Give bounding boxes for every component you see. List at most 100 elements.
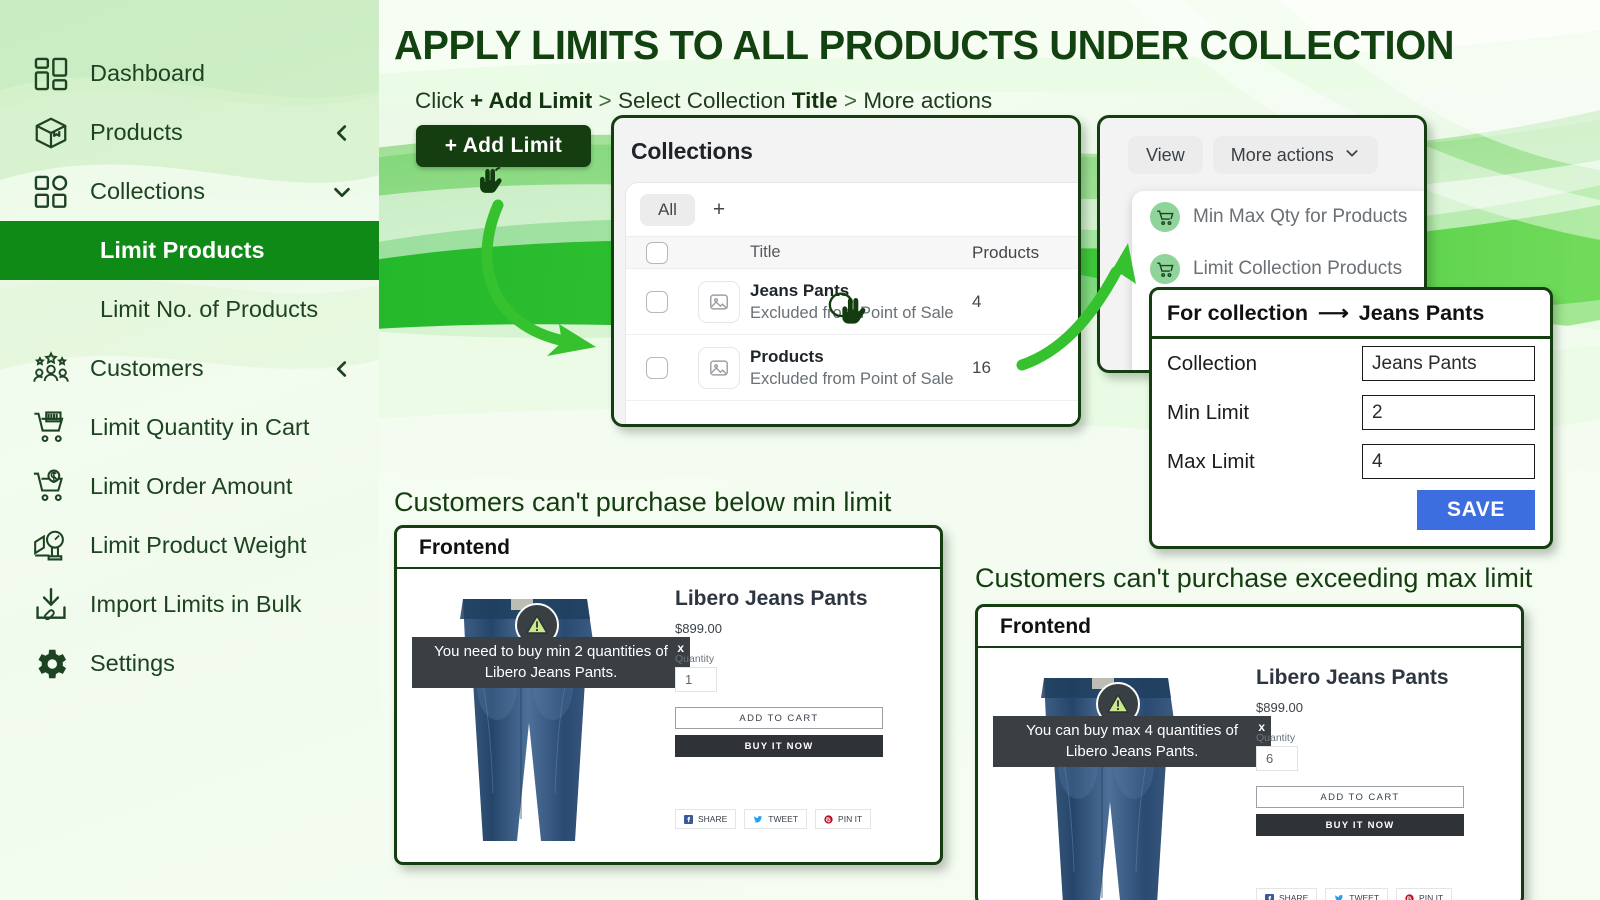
share-twitter-button[interactable]: TWEET bbox=[744, 809, 808, 829]
quantity-input[interactable]: 6 bbox=[1256, 746, 1298, 771]
box-icon bbox=[30, 112, 72, 154]
buy-it-now-button[interactable]: BUY IT NOW bbox=[1256, 814, 1464, 836]
social-share-row: SHARE TWEET PIN IT bbox=[1256, 888, 1453, 900]
social-label: TWEET bbox=[1349, 893, 1380, 900]
sidebar-item-label: Customers bbox=[90, 355, 204, 381]
select-all-checkbox[interactable] bbox=[646, 241, 668, 264]
sidebar-item-limit-no-of-products[interactable]: Limit No. of Products bbox=[0, 280, 379, 339]
row-product-count: 16 bbox=[972, 357, 991, 377]
product-price: $899.00 bbox=[1256, 700, 1303, 715]
more-actions-label: More actions bbox=[1230, 144, 1334, 165]
chevron-none bbox=[331, 594, 353, 616]
customers-stars-icon bbox=[30, 348, 72, 390]
sidebar-item-label: Dashboard bbox=[90, 60, 205, 86]
right-arrow-icon: ⟶ bbox=[1317, 300, 1349, 325]
collections-table-container: All + Title Products Jeans Pants Exclude… bbox=[626, 183, 1078, 424]
max-limit-input[interactable]: 4 bbox=[1362, 444, 1535, 479]
table-row[interactable]: Jeans Pants Excluded from Point of Sale … bbox=[626, 269, 1078, 335]
sidebar-item-label: Products bbox=[90, 119, 183, 145]
menu-item-min-max-qty[interactable]: Min Max Qty for Products bbox=[1132, 191, 1424, 243]
breadcrumb-step-add-limit: + Add Limit bbox=[470, 88, 593, 113]
chevron-down-icon[interactable] bbox=[331, 181, 353, 203]
sidebar-item-collections[interactable]: Collections bbox=[0, 162, 379, 221]
min-limit-input[interactable]: 2 bbox=[1362, 395, 1535, 430]
import-download-icon bbox=[30, 584, 72, 626]
breadcrumb-mid: Select Collection bbox=[617, 88, 792, 113]
warning-triangle-icon bbox=[1107, 694, 1129, 713]
min-limit-tooltip: You need to buy min 2 quantities of Libe… bbox=[412, 637, 690, 688]
dashboard-grid-icon bbox=[30, 53, 72, 95]
form-row-collection: Collection Jeans Pants bbox=[1152, 339, 1550, 388]
view-button[interactable]: View bbox=[1128, 136, 1203, 174]
more-actions-button[interactable]: More actions bbox=[1212, 136, 1378, 174]
cart-dollar-icon bbox=[30, 466, 72, 508]
chevron-left-icon[interactable] bbox=[331, 358, 353, 380]
add-limit-button[interactable]: + Add Limit bbox=[416, 125, 591, 167]
sidebar-item-dashboard[interactable]: Dashboard bbox=[0, 44, 379, 103]
gear-icon bbox=[30, 643, 72, 685]
twitter-icon bbox=[1335, 894, 1344, 900]
sidebar-item-label: Import Limits in Bulk bbox=[90, 591, 302, 617]
frontend-preview-min: Frontend You need to buy min 2 quantitie… bbox=[394, 525, 943, 865]
share-pinterest-button[interactable]: PIN IT bbox=[815, 809, 872, 829]
collection-input[interactable]: Jeans Pants bbox=[1362, 346, 1535, 381]
frontend-body: You can buy max 4 quantities of Libero J… bbox=[978, 648, 1521, 900]
social-label: PIN IT bbox=[1419, 893, 1444, 900]
share-facebook-button[interactable]: SHARE bbox=[675, 809, 737, 829]
cart-icon bbox=[30, 407, 72, 449]
pinterest-icon bbox=[1405, 893, 1414, 900]
add-tab-button[interactable]: + bbox=[701, 198, 737, 222]
tooltip-line-2: Libero Jeans Pants. bbox=[484, 663, 618, 681]
tab-all[interactable]: All bbox=[640, 193, 695, 226]
sidebar-item-label: Limit Product Weight bbox=[90, 532, 307, 558]
share-twitter-button[interactable]: TWEET bbox=[1325, 888, 1389, 900]
sidebar-item-customers[interactable]: Customers bbox=[0, 339, 379, 398]
add-to-cart-button[interactable]: ADD TO CART bbox=[675, 707, 883, 729]
share-facebook-button[interactable]: SHARE bbox=[1256, 888, 1318, 900]
collection-subtitle: Excluded from Point of Sale bbox=[750, 303, 954, 322]
row-checkbox[interactable] bbox=[646, 356, 668, 379]
add-to-cart-button[interactable]: ADD TO CART bbox=[1256, 786, 1464, 808]
row-select-cell[interactable] bbox=[626, 290, 688, 313]
row-select-cell[interactable] bbox=[626, 356, 688, 379]
row-checkbox[interactable] bbox=[646, 290, 668, 313]
breadcrumb-prefix: Click bbox=[415, 88, 470, 113]
warning-triangle-icon bbox=[526, 615, 548, 634]
breadcrumb-step-more-actions: More actions bbox=[863, 88, 993, 113]
chevron-none bbox=[331, 63, 353, 85]
save-button[interactable]: SAVE bbox=[1417, 490, 1535, 530]
column-header-title: Title bbox=[750, 243, 781, 261]
image-placeholder-icon bbox=[698, 346, 740, 389]
sidebar-item-limit-order-amount[interactable]: Limit Order Amount bbox=[0, 457, 379, 516]
sidebar-item-import-limits-in-bulk[interactable]: Import Limits in Bulk bbox=[0, 575, 379, 634]
row-title-cell: Products Excluded from Point of Sale bbox=[750, 347, 972, 389]
sidebar-item-settings[interactable]: Settings bbox=[0, 634, 379, 693]
product-price: $899.00 bbox=[675, 621, 722, 636]
caption-min-limit: Customers can't purchase below min limit bbox=[394, 487, 892, 517]
form-row-min-limit: Min Limit 2 bbox=[1152, 388, 1550, 437]
row-thumb-cell bbox=[688, 346, 750, 389]
max-limit-field-label: Max Limit bbox=[1167, 449, 1255, 473]
buy-it-now-button[interactable]: BUY IT NOW bbox=[675, 735, 883, 757]
table-header-row: Title Products bbox=[626, 236, 1078, 269]
sidebar-item-limit-product-weight[interactable]: Limit Product Weight bbox=[0, 516, 379, 575]
sidebar-item-limit-quantity-in-cart[interactable]: Limit Quantity in Cart bbox=[0, 398, 379, 457]
sidebar-item-limit-products[interactable]: Limit Products bbox=[0, 221, 379, 280]
breadcrumb-separator: > bbox=[592, 88, 618, 113]
sidebar-item-label: Limit Order Amount bbox=[90, 473, 293, 499]
product-name: Libero Jeans Pants bbox=[675, 587, 868, 610]
frontend-body: You need to buy min 2 quantities of Libe… bbox=[397, 569, 940, 862]
table-row[interactable]: Products Excluded from Point of Sale 16 bbox=[626, 335, 1078, 401]
caption-max-limit: Customers can't purchase exceeding max l… bbox=[975, 563, 1533, 593]
sidebar-item-products[interactable]: Products bbox=[0, 103, 379, 162]
select-all-cell[interactable] bbox=[626, 241, 688, 264]
chevron-left-icon[interactable] bbox=[331, 122, 353, 144]
share-pinterest-button[interactable]: PIN IT bbox=[1396, 888, 1453, 900]
cart-circle-icon bbox=[1150, 254, 1180, 284]
facebook-icon bbox=[684, 814, 693, 824]
weight-scale-icon bbox=[30, 525, 72, 567]
chevron-down-icon bbox=[1344, 145, 1360, 166]
quantity-label: Quantity bbox=[1256, 732, 1296, 744]
frontend-panel-title: Frontend bbox=[978, 607, 1521, 648]
quantity-input[interactable]: 1 bbox=[675, 667, 717, 692]
